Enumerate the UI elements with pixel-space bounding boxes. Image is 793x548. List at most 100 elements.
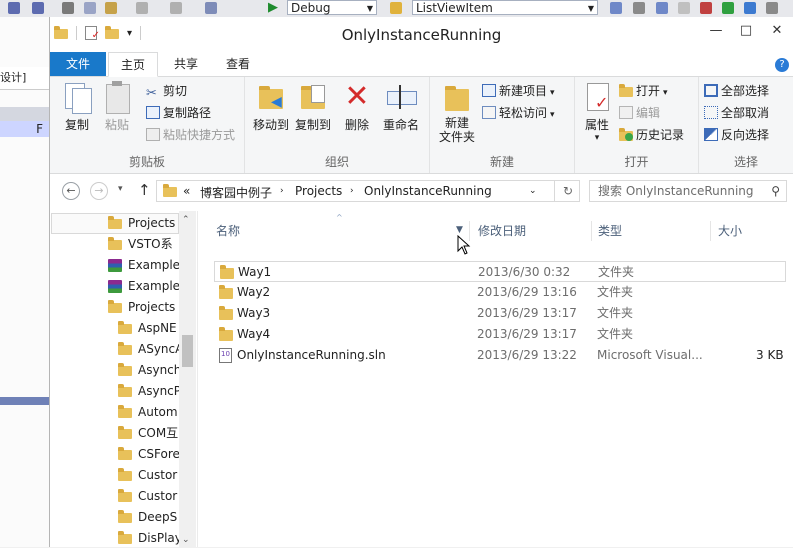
refresh-button[interactable]: ↻ [554,180,581,202]
nav-item[interactable]: VSTO系 [108,234,179,254]
breadcrumb-overflow[interactable]: « [183,184,190,198]
chevron-down-icon[interactable]: ⌄ [529,186,537,196]
file-row[interactable]: Way4 2013/6/29 13:17 文件夹 [214,324,786,345]
save-all-icon[interactable] [32,2,44,14]
maximize-button[interactable]: □ [735,23,757,39]
paste-shortcut-button[interactable]: 粘贴快捷方式 [146,125,235,145]
nav-item[interactable]: AsyncP [118,381,179,401]
redo-icon[interactable] [170,2,182,14]
forward-button[interactable]: → [90,182,108,200]
properties-button[interactable]: ✓ 属性 ▾ [579,81,615,143]
breadcrumb-separator-icon[interactable]: › [280,186,284,196]
back-button[interactable]: ← [62,182,80,200]
nav-item[interactable]: Custor [118,486,179,506]
toolbar-icon-5[interactable] [722,2,734,14]
new-item-button[interactable]: 新建项目 ▾ [482,81,555,101]
file-row[interactable]: Way2 2013/6/29 13:16 文件夹 [214,282,786,303]
nav-item[interactable]: Autom [118,402,179,422]
invert-selection-button[interactable]: 反向选择 [704,125,769,145]
move-to-button[interactable]: ◀ 移动到 [251,81,291,133]
nav-scrollbar[interactable]: ⌃ ⌄ [179,211,196,547]
recent-locations-icon[interactable]: ▾ [118,184,123,194]
toolbar-icon-6[interactable] [744,2,756,14]
scroll-up-icon[interactable]: ⌃ [182,215,190,225]
breadcrumb-item[interactable]: OnlyInstanceRunning [364,184,492,198]
copy-path-button[interactable]: 复制路径 [146,103,211,123]
file-row[interactable]: Way1 2013/6/30 0:32 文件夹 [214,261,786,282]
new-folder-icon [441,81,473,113]
nav-item[interactable]: Example [108,255,179,275]
nav-item[interactable]: AspNE [118,318,179,338]
start-debug-icon[interactable]: ▶ [268,0,278,15]
up-arrow-icon[interactable]: ↑ [138,181,151,199]
column-divider[interactable] [710,221,711,241]
save-icon[interactable] [8,2,20,14]
delete-button[interactable]: ✕ 删除 [340,81,374,133]
close-button[interactable]: ✕ [766,23,788,39]
cut-icon[interactable] [62,2,74,14]
nav-item[interactable]: Projects [108,213,179,233]
tools-icon[interactable] [700,2,712,14]
search-input[interactable]: 搜索 OnlyInstanceRunning ⚲ [589,180,787,202]
scroll-down-icon[interactable]: ⌄ [182,535,190,545]
solution-config-combo[interactable]: Debug ▼ [287,0,377,15]
paste-button[interactable]: 粘贴 [98,81,136,133]
nav-item[interactable]: Projects [108,297,179,317]
file-row[interactable]: Way3 2013/6/29 13:17 文件夹 [214,303,786,324]
find-in-files-icon[interactable] [390,2,402,14]
toolbar-icon-7[interactable] [766,2,778,14]
tab-file[interactable]: 文件 [50,52,106,76]
nav-item[interactable]: Example [108,276,179,296]
toolbar-icon-3[interactable] [656,2,668,14]
toolbar-icon-1[interactable] [610,2,622,14]
nav-item[interactable]: COM互 [118,423,179,443]
nav-item[interactable]: DeepS [118,507,179,527]
column-header-date[interactable]: 修改日期 [478,221,526,241]
chevron-down-icon: ▾ [550,110,555,120]
tab-view[interactable]: 查看 [214,52,262,76]
easy-access-button[interactable]: 轻松访问 ▾ [482,103,555,123]
select-all-button[interactable]: 全部选择 [704,81,769,101]
nav-item[interactable]: Custor [118,465,179,485]
vs-document-tab[interactable]: 设计] [0,67,49,90]
rename-button[interactable]: 重命名 [379,81,423,133]
paste-icon[interactable] [105,2,117,14]
history-button[interactable]: 历史记录 [619,125,684,145]
select-none-button[interactable]: 全部取消 [704,103,769,123]
find-combo[interactable]: ListViewItem ▼ [412,0,598,15]
copy-to-button[interactable]: 复制到 [293,81,333,133]
breadcrumb-separator-icon[interactable]: › [350,186,354,196]
nav-item[interactable]: Asynch [118,360,179,380]
column-divider[interactable] [591,221,592,241]
nav-item[interactable]: CSFore [118,444,179,464]
column-header-name[interactable]: 名称 [216,221,240,241]
nav-item-label: DeepS [138,510,178,524]
undo-icon[interactable] [136,2,148,14]
new-folder-button[interactable]: 新建 文件夹 [436,81,478,144]
copy-icon[interactable] [84,2,96,14]
edit-button[interactable]: 编辑 [619,103,660,123]
file-row[interactable]: 10 OnlyInstanceRunning.sln 2013/6/29 13:22… [214,345,786,366]
nav-item[interactable]: DisPlay [118,528,179,548]
breadcrumb-item[interactable]: Projects [295,184,342,198]
breadcrumb-item[interactable]: 博客园中例子 [200,184,272,201]
rar-archive-icon [108,280,122,293]
nav-item[interactable]: ASyncA [118,339,179,359]
tab-home[interactable]: 主页 [108,52,158,77]
copy-button[interactable]: 复制 [58,81,96,133]
toolbar-icon-2[interactable] [633,2,645,14]
toolbar-icon-4[interactable] [678,2,690,14]
tab-share[interactable]: 共享 [162,52,210,76]
nav-scroll-thumb[interactable] [182,335,193,367]
minimize-button[interactable]: — [705,23,727,39]
column-header-size[interactable]: 大小 [718,221,742,241]
column-header-type[interactable]: 类型 [598,221,622,241]
open-button[interactable]: 打开 ▾ [619,81,668,101]
help-icon[interactable]: ? [775,58,789,72]
select-all-icon [704,84,718,97]
nav-item-label: DisPlay [138,531,179,545]
address-box[interactable]: « 博客园中例子 › Projects › OnlyInstanceRunnin… [156,180,580,202]
navigate-icon[interactable] [205,2,217,14]
cut-button[interactable]: ✂ 剪切 [146,81,187,101]
chevron-down-icon[interactable]: ▼ [456,225,463,235]
